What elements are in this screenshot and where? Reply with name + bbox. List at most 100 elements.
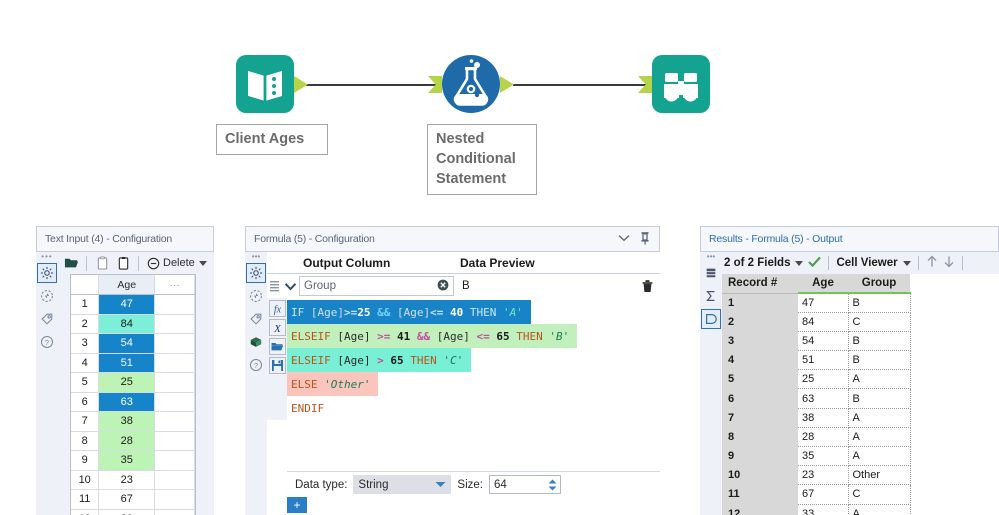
rail-overflow-dots[interactable]: •••	[707, 253, 715, 261]
caret-down-icon[interactable]	[198, 260, 207, 266]
cell-group[interactable]: B	[848, 331, 911, 352]
cell-extra[interactable]	[154, 333, 195, 354]
cell-extra[interactable]	[154, 294, 195, 315]
trash-icon[interactable]	[634, 279, 660, 293]
cell-age[interactable]: 84	[98, 314, 156, 334]
formula-code-line[interactable]: ELSEIF [Age] >= 41 && [Age] <= 65 THEN '…	[287, 324, 578, 348]
cell-age[interactable]: 28	[98, 431, 156, 451]
cell-extra[interactable]	[154, 489, 195, 510]
th-record[interactable]: Record #	[722, 274, 798, 294]
cell-extra[interactable]	[154, 411, 195, 432]
cell-age[interactable]: 63	[798, 388, 849, 409]
cell-age[interactable]: 84	[798, 312, 849, 332]
cell-age[interactable]: 25	[798, 369, 849, 390]
table-row[interactable]: 4 51 B	[722, 350, 911, 371]
gear-icon[interactable]	[37, 263, 57, 283]
table-row[interactable]: 10 23	[71, 470, 195, 490]
cell-age[interactable]: 38	[798, 408, 849, 428]
table-row[interactable]: 5 25 A	[722, 369, 911, 390]
data-type-select[interactable]: String	[353, 475, 452, 494]
cell-group[interactable]: B	[848, 388, 911, 409]
cell-group[interactable]: A	[848, 446, 911, 467]
cell-group[interactable]: A	[848, 408, 911, 428]
formula-code-line[interactable]: ELSEIF [Age] > 65 THEN 'C'	[287, 348, 472, 372]
node-browse[interactable]	[638, 55, 710, 113]
output-column-input[interactable]: Group	[299, 276, 454, 296]
check-icon[interactable]	[808, 256, 822, 270]
cell-age[interactable]: 23	[798, 465, 849, 486]
text-input-grid[interactable]: Age ··· 1 47 2 84 3 54 4 51 5 25 6 63 7 38 8 28 9 35 10 23 1…	[70, 274, 196, 515]
caret-down-icon[interactable]	[795, 260, 804, 266]
formula-code-line[interactable]: ENDIF	[287, 396, 332, 420]
table-row[interactable]: 7 38 A	[722, 408, 911, 428]
folder-icon[interactable]	[268, 337, 286, 355]
table-row[interactable]: 8 28	[71, 431, 195, 451]
cell-age[interactable]: 47	[798, 293, 849, 313]
copy-icon[interactable]	[93, 254, 111, 272]
cell-age[interactable]: 35	[98, 450, 156, 471]
table-row[interactable]: 3 54	[71, 333, 195, 354]
output-anchor[interactable]	[500, 76, 514, 93]
folder-open-icon[interactable]	[62, 254, 80, 272]
th-extra[interactable]: ···	[154, 275, 195, 295]
table-row[interactable]: 6 63	[71, 392, 195, 412]
results-grid[interactable]: Record # Age Group 1 47 B 2 84 C 3 54 B 4 51 B 5 25 A 6…	[722, 274, 999, 515]
rail-overflow-dots[interactable]: •••	[41, 253, 52, 261]
cell-extra[interactable]	[154, 314, 195, 334]
shape-icon[interactable]	[701, 309, 721, 329]
output-anchor[interactable]	[294, 76, 308, 93]
cell-age[interactable]: 38	[98, 411, 156, 432]
cell-group[interactable]: B	[848, 293, 911, 313]
clear-circle-icon[interactable]	[437, 279, 449, 294]
cell-age[interactable]: 25	[98, 372, 156, 393]
drag-grip-icon[interactable]	[267, 280, 281, 292]
runner-icon[interactable]	[37, 286, 57, 306]
variable-x-icon[interactable]: X	[268, 318, 286, 336]
cell-age[interactable]: 67	[98, 489, 156, 510]
gear-icon[interactable]	[246, 263, 266, 283]
help-icon[interactable]: ?	[37, 332, 57, 352]
table-row[interactable]: 2 84	[71, 314, 195, 334]
cell-age[interactable]: 33	[98, 509, 156, 515]
table-row[interactable]: 10 23 Other	[722, 465, 911, 486]
fx-icon[interactable]: fx	[268, 299, 286, 317]
tag-icon[interactable]	[246, 309, 266, 329]
table-row[interactable]: 12 33 A	[722, 504, 911, 515]
package-icon[interactable]	[246, 332, 266, 352]
cell-group[interactable]: C	[848, 312, 911, 332]
cell-group[interactable]: B	[848, 350, 911, 371]
cell-extra[interactable]	[154, 509, 195, 515]
table-row[interactable]: 11 67 C	[722, 484, 911, 505]
cell-extra[interactable]	[154, 431, 195, 451]
th-age[interactable]: Age	[798, 274, 848, 294]
table-row[interactable]: 7 38	[71, 411, 195, 432]
table-row[interactable]: 6 63 B	[722, 388, 911, 409]
arrow-up-icon[interactable]	[926, 255, 938, 271]
table-row[interactable]: 1 47	[71, 294, 195, 315]
tag-icon[interactable]	[37, 309, 57, 329]
cell-group[interactable]: A	[848, 369, 911, 390]
cell-extra[interactable]	[154, 372, 195, 393]
cell-extra[interactable]	[154, 450, 195, 471]
pin-icon[interactable]	[639, 231, 651, 248]
fields-selector[interactable]: 2 of 2 Fields	[724, 257, 790, 269]
cell-group[interactable]: A	[848, 504, 911, 515]
table-row[interactable]: 1 47 B	[722, 293, 911, 313]
th-group[interactable]: Group	[848, 274, 910, 294]
rail-overflow-dots[interactable]: •••	[252, 253, 260, 261]
node-text-input[interactable]	[236, 55, 308, 113]
size-input[interactable]: 64	[489, 475, 561, 494]
chevron-down-icon[interactable]	[281, 282, 299, 291]
cell-group[interactable]: C	[848, 484, 911, 505]
cell-age[interactable]: 67	[798, 484, 849, 505]
cell-extra[interactable]	[154, 353, 195, 373]
table-row[interactable]: 11 67	[71, 489, 195, 510]
formula-code-area[interactable]: IF [Age] >= 25 && [Age] <= 40 THEN 'A' ELSEI…	[287, 298, 660, 420]
help-icon[interactable]: ?	[246, 355, 266, 375]
cell-age[interactable]: 47	[98, 294, 156, 315]
cell-extra[interactable]	[154, 470, 195, 490]
add-button[interactable]: +	[287, 497, 307, 513]
cell-age[interactable]: 51	[798, 350, 849, 371]
caret-down-icon[interactable]	[902, 260, 911, 266]
sum-icon[interactable]	[701, 286, 721, 306]
